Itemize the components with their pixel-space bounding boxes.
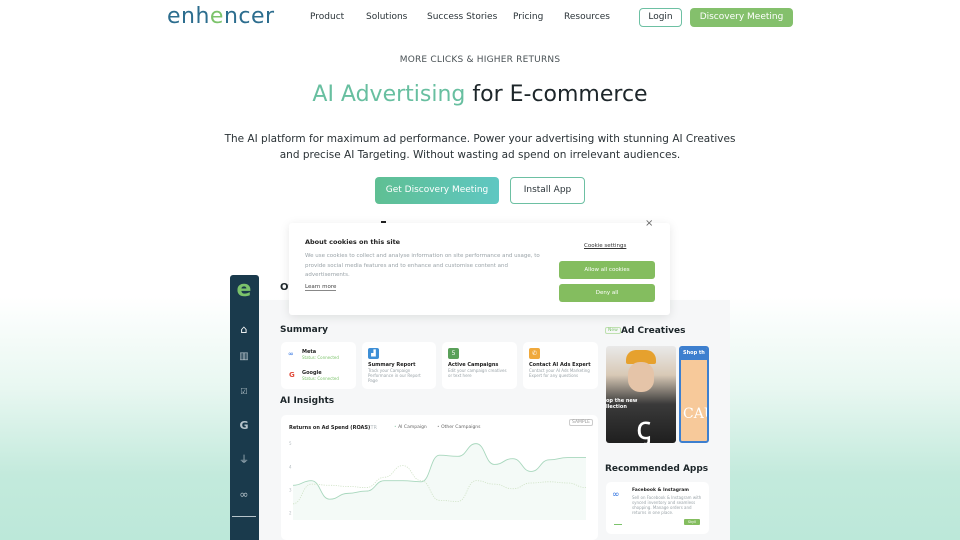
phone-icon: ✆	[529, 348, 540, 359]
app-desc: Sell on Facebook & Instagram with synced…	[632, 495, 702, 515]
roas-chart-card: 5 4 3 2 Returns on Ad Spend (ROAS) CTR • AI…	[281, 415, 598, 540]
cookie-text: We use cookies to collect and analyse in…	[305, 253, 540, 278]
cookie-title: About cookies on this site	[305, 238, 401, 246]
chart-title[interactable]: Returns on Ad Spend (ROAS)	[289, 425, 370, 431]
recommended-apps-title: Recommended Apps	[605, 464, 709, 474]
headline-rest: for E-commerce	[465, 82, 648, 107]
hero-subtitle: The AI platform for maximum ad performan…	[180, 131, 780, 163]
contact-expert-card[interactable]: ✆ Contact AI Ads Expert Contact your AI …	[523, 342, 598, 389]
report-chart-icon: ▟	[368, 348, 379, 359]
face-shape	[628, 362, 654, 392]
get-discovery-meeting-button[interactable]: Get Discovery Meeting	[375, 177, 499, 204]
allow-all-cookies-button[interactable]: Allow all cookies	[559, 261, 655, 279]
nav-resources[interactable]: Resources	[564, 12, 610, 22]
google-logo-icon: G	[289, 371, 295, 379]
ad-creatives-title: Ad Creatives	[621, 326, 686, 336]
ai-insights-title: AI Insights	[280, 396, 335, 406]
legend-dot-icon: •	[437, 425, 440, 430]
carousel-indicator	[614, 524, 622, 525]
hero-eyebrow: MORE CLICKS & HIGHER RETURNS	[399, 55, 561, 65]
ad-creative-2[interactable]: Shop th CAU	[679, 346, 709, 443]
deny-all-button[interactable]: Deny all	[559, 284, 655, 302]
legend-label: Other Campaigns	[441, 425, 481, 430]
infinity-icon[interactable]: ∞	[236, 488, 252, 502]
sample-badge: SAMPLE	[569, 419, 593, 426]
connection-status: Status: Connected	[302, 355, 339, 360]
ctr-tab[interactable]: CTR	[367, 425, 377, 431]
app-name: Facebook & Instagram	[632, 488, 689, 493]
creative-1-glyph: ꞔ	[636, 409, 652, 443]
legend-ai-campaign: • AI Campaign	[394, 425, 427, 430]
connection-meta: Meta Status: Connected	[302, 349, 339, 360]
hero-subtitle-line-2: and precise AI Targeting. Without wastin…	[279, 149, 681, 161]
creative-1-text: op the new llection	[606, 398, 638, 410]
ad-creative-1[interactable]: op the new llection ꞔ	[606, 346, 676, 443]
summary-report-card[interactable]: ▟ Summary Report Track your Campaign Per…	[362, 342, 436, 389]
headline-accent: AI Advertising	[312, 82, 466, 107]
cookie-banner: About cookies on this site We use cookie…	[289, 223, 670, 315]
campaign-count-icon: 5	[448, 348, 459, 359]
active-campaigns-card[interactable]: 5 Active Campaigns Edit your campaign cr…	[442, 342, 517, 389]
hero-headline: AI Advertising for E-commerce	[0, 82, 960, 107]
card-desc: Contact your AI Ads Marketing Expert for…	[529, 368, 590, 378]
legend-label: AI Campaign	[398, 425, 427, 430]
nav-product[interactable]: Product	[310, 12, 344, 22]
card-desc: Track your Campaign Performance in our R…	[368, 368, 421, 383]
connection-status: Status: Connected	[302, 376, 339, 381]
y-tick-label: 4	[289, 464, 292, 469]
summary-title: Summary	[280, 325, 329, 335]
enhancer-e-logo-icon: e	[236, 277, 252, 302]
sidebar-divider	[232, 516, 256, 517]
legend-dot-icon: •	[394, 425, 397, 430]
y-tick-label: 5	[289, 441, 292, 446]
creative-2-text: Shop th	[681, 348, 707, 360]
discovery-meeting-button[interactable]: Discovery Meeting	[690, 8, 793, 27]
connections-card: ∞ Meta Status: Connected G Google Status…	[281, 342, 356, 389]
login-button[interactable]: Login	[639, 8, 682, 27]
close-icon[interactable]: ×	[645, 218, 653, 229]
checkbox-icon[interactable]: ☑	[236, 385, 252, 399]
top-nav: enhencer Product Solutions Success Stori…	[0, 0, 960, 36]
legend-other-campaigns: • Other Campaigns	[437, 425, 481, 430]
plug-icon[interactable]: ⏚	[236, 454, 252, 468]
home-icon[interactable]: ⌂	[236, 323, 252, 337]
y-tick-label: 3	[289, 487, 292, 492]
nav-solutions[interactable]: Solutions	[366, 12, 407, 22]
meta-icon: ∞	[288, 350, 294, 358]
hero-subtitle-line-1: The AI platform for maximum ad performan…	[224, 133, 736, 145]
y-tick-label: 2	[289, 511, 292, 516]
nav-success-stories[interactable]: Success Stories	[427, 12, 497, 22]
creative-2-glyph: CAU	[683, 406, 707, 422]
connection-google: Google Status: Connected	[302, 370, 339, 381]
new-badge: New	[605, 327, 621, 334]
chart-icon[interactable]: ▥	[236, 350, 252, 364]
meta-icon: ∞	[612, 490, 620, 500]
enhancer-logo[interactable]: enhencer	[167, 4, 275, 29]
app-card-facebook-instagram[interactable]: ∞ Facebook & Instagram Sell on Facebook …	[606, 482, 709, 534]
install-app-button[interactable]: Install App	[510, 177, 585, 204]
google-icon[interactable]: G	[236, 419, 252, 433]
nav-pricing[interactable]: Pricing	[513, 12, 543, 22]
roas-chart: 5 4 3 2	[289, 441, 587, 520]
app-install-button[interactable]: Skyll	[684, 519, 700, 525]
card-desc: Edit your campaign creatives or text her…	[448, 368, 507, 378]
learn-more-link[interactable]: Learn more	[305, 284, 337, 291]
cookie-settings-link[interactable]: Cookie settings	[584, 243, 626, 249]
